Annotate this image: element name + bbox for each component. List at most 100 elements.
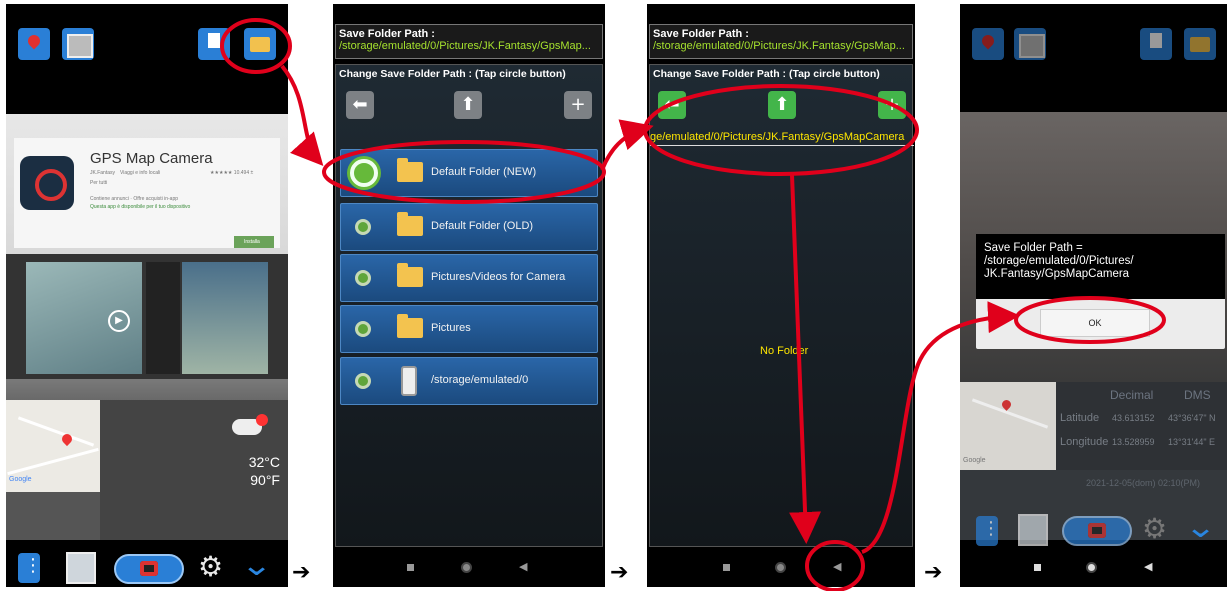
gear-icon[interactable]: ⚙ <box>1142 512 1167 545</box>
map-attribution: Google <box>963 457 986 464</box>
recents-icon[interactable] <box>407 564 414 571</box>
play-icon[interactable]: ▶ <box>108 310 130 332</box>
save-path-label: Save Folder Path : <box>653 28 749 40</box>
back-icon[interactable]: ◀ <box>1144 560 1152 573</box>
dialog-line-3: JK.Fantasy/GpsMapCamera <box>984 268 1130 280</box>
install-button[interactable]: Installa <box>234 236 274 248</box>
col-decimal: Decimal <box>1110 388 1154 402</box>
folder-row-default-new[interactable]: Default Folder (NEW) <box>340 149 598 197</box>
bottom-toolbar: ⚙ ⌄ <box>6 544 288 587</box>
gallery-icon[interactable] <box>62 28 94 60</box>
folder-icon <box>397 314 423 338</box>
longitude-label: Longitude <box>1060 436 1109 448</box>
folder-panel: Change Save Folder Path : (Tap circle bu… <box>335 64 603 547</box>
save-path-box: Save Folder Path : /storage/emulated/0/P… <box>649 24 913 59</box>
recents-icon[interactable] <box>1034 564 1041 571</box>
screen-confirm: Google Decimal DMS Latitude 43.613152 43… <box>960 4 1227 587</box>
empty-folder-message: No Folder <box>760 345 809 357</box>
store-listing-card: GPS Map Camera JK.Fantasy Viaggi e info … <box>14 138 280 248</box>
radio-icon[interactable] <box>355 373 371 389</box>
folder-label: Pictures/Videos for Camera <box>431 271 566 283</box>
add-folder-button[interactable]: + <box>564 91 592 119</box>
folder-row-default-old[interactable]: Default Folder (OLD) <box>340 203 598 251</box>
home-icon[interactable] <box>775 562 786 573</box>
up-folder-button[interactable]: ⬆ <box>454 91 482 119</box>
android-nav-bar: ◀ <box>647 547 915 587</box>
gallery-thumb-icon[interactable] <box>66 552 96 584</box>
home-icon[interactable] <box>1086 562 1097 573</box>
android-nav-bar: ◀ <box>333 547 605 587</box>
left-arrow-icon: ⬅ <box>352 94 368 115</box>
latitude-decimal: 43.613152 <box>1112 413 1155 423</box>
location-map: Google <box>960 382 1056 470</box>
latitude-label: Latitude <box>1060 412 1100 424</box>
dialog-line-1: Save Folder Path = <box>984 242 1083 254</box>
col-dms: DMS <box>1184 388 1211 402</box>
gear-icon[interactable]: ⚙ <box>198 550 223 583</box>
developer-name: JK.Fantasy <box>90 170 116 176</box>
connector-2 <box>600 119 654 171</box>
ads-note: Contiene annunci · Offre acquisti in-app <box>90 196 179 202</box>
back-folder-button[interactable]: ⬅ <box>658 91 686 119</box>
save-path-value: /storage/emulated/0/Pictures/JK.Fantasy/… <box>339 40 591 52</box>
up-folder-button[interactable]: ⬆ <box>768 91 796 119</box>
back-icon[interactable]: ◀ <box>519 560 527 573</box>
gallery-icon[interactable] <box>1014 28 1046 60</box>
change-path-label: Change Save Folder Path : (Tap circle bu… <box>653 68 880 80</box>
up-arrow-icon: ⬆ <box>460 94 476 115</box>
add-folder-button[interactable]: + <box>878 91 906 119</box>
radio-selected-icon[interactable] <box>350 159 378 187</box>
change-path-label: Change Save Folder Path : (Tap circle bu… <box>339 68 566 80</box>
folder-row-storage[interactable]: /storage/emulated/0 <box>340 357 598 405</box>
folder-icon <box>397 212 423 236</box>
tutorial-canvas: GPS Map Camera JK.Fantasy Viaggi e info … <box>0 0 1227 591</box>
save-path-dialog: Save Folder Path = /storage/emulated/0/P… <box>976 234 1225 349</box>
menu-icon[interactable] <box>18 553 42 583</box>
folder-row-pictures[interactable]: Pictures <box>340 305 598 353</box>
step-arrow-3: ➔ <box>924 560 943 585</box>
gallery-thumb-icon[interactable] <box>1018 514 1048 546</box>
save-path-label: Save Folder Path : <box>339 28 435 40</box>
radio-icon[interactable] <box>355 321 371 337</box>
sun-icon <box>256 414 268 426</box>
step-arrow-2: ➔ <box>610 560 629 585</box>
radio-icon[interactable] <box>355 270 371 286</box>
folder-row-pictures-videos[interactable]: Pictures/Videos for Camera <box>340 254 598 302</box>
temp-celsius: 32°C <box>248 454 280 470</box>
back-icon[interactable]: ◀ <box>833 560 841 573</box>
doc-icon[interactable] <box>198 28 230 60</box>
radio-icon[interactable] <box>355 219 371 235</box>
menu-icon[interactable] <box>976 516 1000 546</box>
folder-icon[interactable] <box>244 28 276 60</box>
screen-camera-main: GPS Map Camera JK.Fantasy Viaggi e info … <box>6 4 288 587</box>
camera-icon[interactable] <box>114 554 184 584</box>
ok-button[interactable]: OK <box>1040 309 1150 337</box>
screen-folder-browse: Save Folder Path : /storage/emulated/0/P… <box>647 4 915 587</box>
recents-icon[interactable] <box>723 564 730 571</box>
folder-icon <box>397 263 423 287</box>
longitude-dms: 13°31'44" E <box>1168 437 1216 447</box>
folder-icon[interactable] <box>1184 28 1216 60</box>
camera-icon[interactable] <box>1062 516 1132 546</box>
camera-preview: GPS Map Camera JK.Fantasy Viaggi e info … <box>6 114 288 404</box>
save-path-value: /storage/emulated/0/Pictures/JK.Fantasy/… <box>653 40 905 52</box>
pin-icon[interactable] <box>972 28 1004 60</box>
age-rating: Per tutti <box>90 180 108 186</box>
doc-icon[interactable] <box>1140 28 1172 60</box>
folder-label: Default Folder (NEW) <box>431 166 537 178</box>
plus-icon: + <box>570 94 586 115</box>
screenshot-video[interactable]: ▶ <box>26 262 142 374</box>
screenshot-2 <box>146 262 180 374</box>
folder-label: /storage/emulated/0 <box>431 374 529 386</box>
temp-fahrenheit: 90°F <box>250 472 280 488</box>
save-path-box: Save Folder Path : /storage/emulated/0/P… <box>335 24 603 59</box>
dialog-line-2: /storage/emulated/0/Pictures/ <box>984 255 1134 267</box>
phone-icon <box>401 366 417 396</box>
chevron-down-icon[interactable]: ⌄ <box>240 548 273 583</box>
back-folder-button[interactable]: ⬅ <box>346 91 374 119</box>
app-icon <box>20 156 74 210</box>
longitude-decimal: 13.528959 <box>1112 437 1155 447</box>
chevron-down-icon[interactable]: ⌄ <box>1184 510 1217 545</box>
home-icon[interactable] <box>461 562 472 573</box>
pin-icon[interactable] <box>18 28 50 60</box>
